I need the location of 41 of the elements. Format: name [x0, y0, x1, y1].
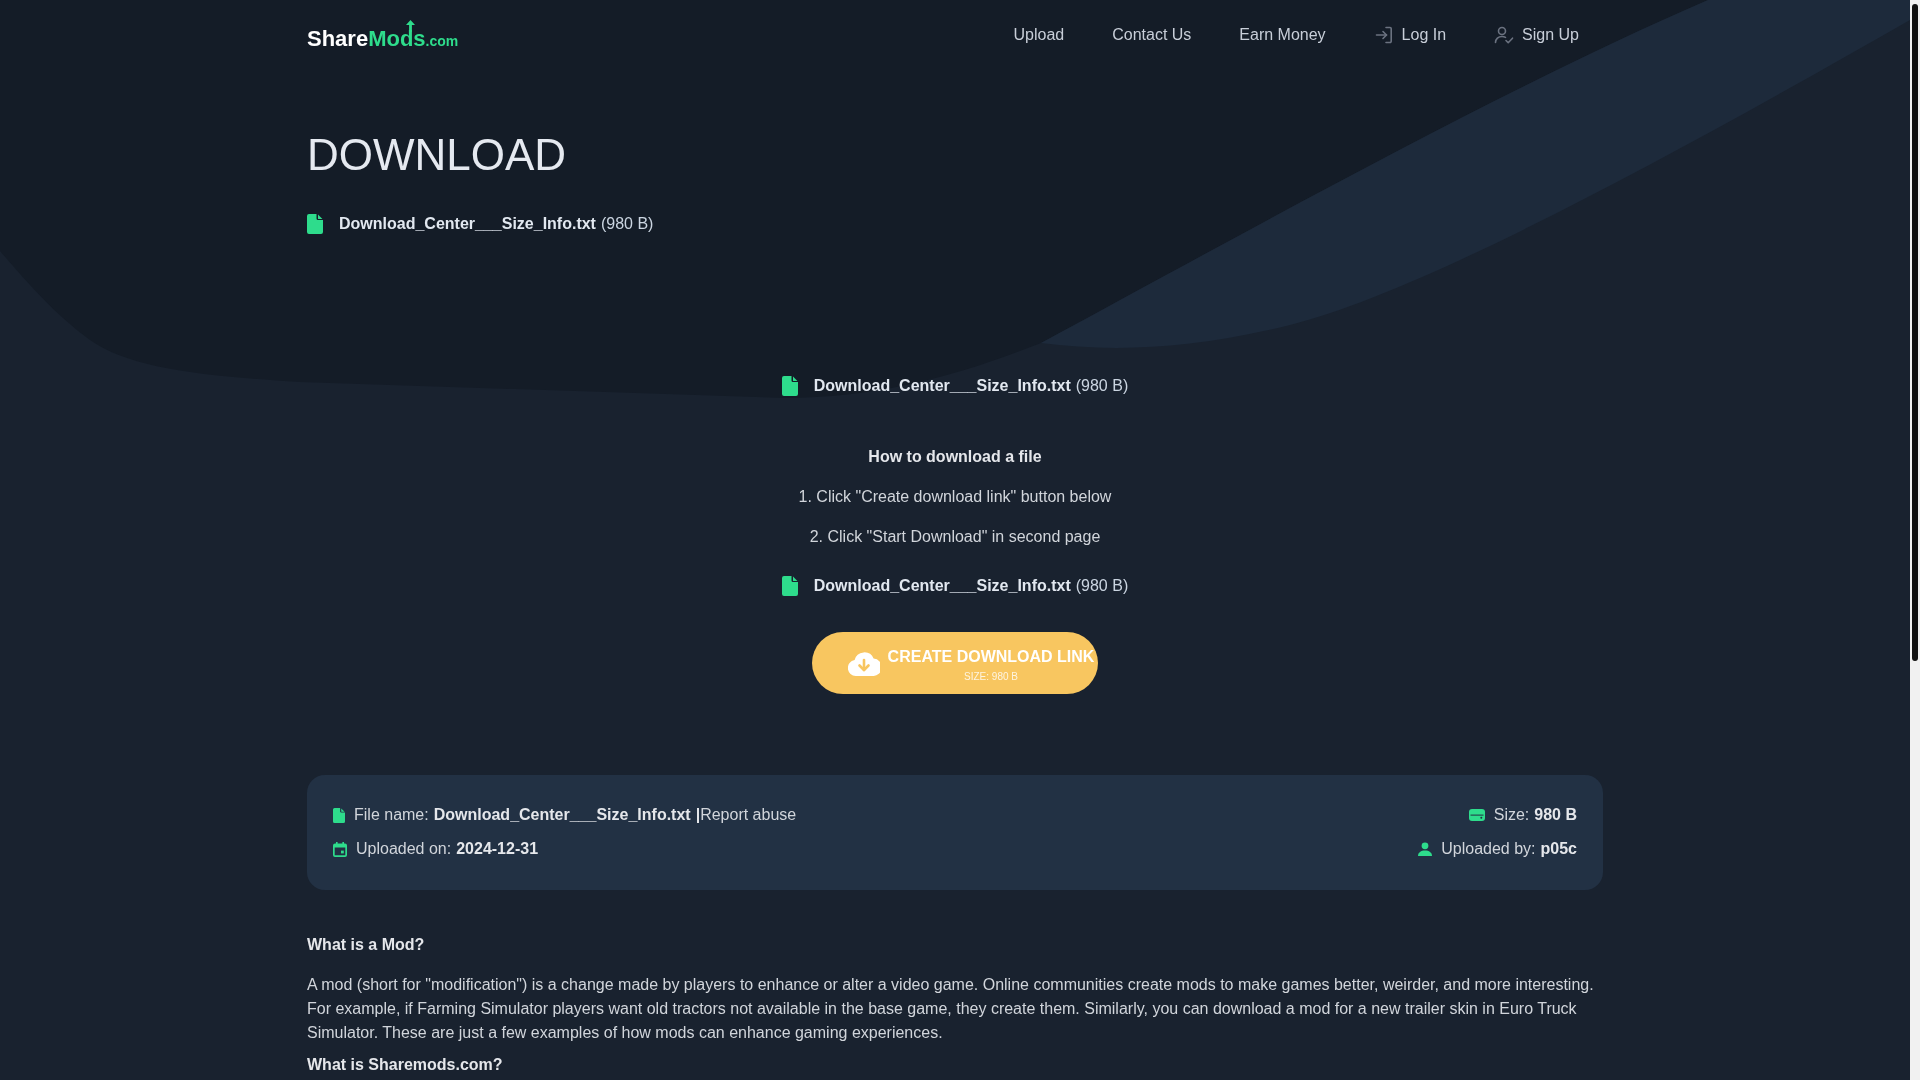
arrow-up-icon: [406, 20, 415, 32]
nav-link[interactable]: Upload: [989, 23, 1089, 47]
file-icon: [781, 376, 798, 396]
scrollbar-thumb[interactable]: [1912, 4, 1918, 661]
nav-link[interactable]: Sign Up: [1470, 23, 1603, 47]
uploaded-on-label: Uploaded on:: [356, 839, 452, 859]
file-size: (980 B): [600, 214, 654, 234]
nav-link[interactable]: Earn Money: [1215, 23, 1350, 47]
report-abuse-link[interactable]: Report abuse: [700, 803, 797, 827]
page-title: DOWNLOAD: [307, 133, 568, 177]
file-name-value: Download_Center___Size_Info.txt: [433, 805, 691, 825]
file-name: Download_Center___Size_Info.txt: [813, 376, 1071, 396]
instructions-heading: How to download a file: [868, 447, 1042, 467]
section-heading: What is Sharemods.com?: [307, 1055, 504, 1075]
section-heading: What is a Mod?: [307, 935, 426, 955]
instruction-step: 2. Click "Start Download" in second page: [809, 525, 1101, 549]
user-icon: [1418, 842, 1433, 856]
file-size: (980 B): [1075, 376, 1129, 396]
file-icon: [307, 214, 323, 234]
file-size: (980 B): [1075, 576, 1129, 596]
uploaded-by-value: p05c: [1540, 839, 1577, 859]
calendar-icon: [333, 841, 347, 857]
size-label: Size:: [1493, 805, 1530, 825]
file-icon: [781, 576, 798, 596]
file-name-label: File name:: [354, 805, 429, 825]
uploaded-on-value: 2024-12-31: [456, 839, 539, 859]
hard-drive-icon: [1468, 809, 1485, 821]
user-check-icon: [1494, 25, 1515, 45]
file-icon: [333, 807, 345, 823]
instruction-step: 1. Click "Create download link" button below: [798, 485, 1112, 509]
size-value: 980 B: [1534, 805, 1577, 825]
pipe-separator: |: [695, 805, 701, 825]
file-name: Download_Center___Size_Info.txt: [813, 576, 1071, 596]
nav-link[interactable]: Log In: [1349, 23, 1471, 47]
section-paragraph: A mod (short for "modification") is a change made by players to enhance or alter a video game. Online communities create mods to make games better, weirder, and more interesting. For example, if Farming Simulator players want old tractors not available in the base game, they create them. Similarly, you can download a mod for a new trailer skin in Euro Truck Simulator. These are just a few examples of how mods can enhance gaming experiences.: [307, 975, 1595, 1043]
nav-link[interactable]: Contact Us: [1088, 23, 1216, 47]
logo-link[interactable]: ShareMods.com: [307, 20, 459, 50]
file-name: Download_Center___Size_Info.txt: [339, 214, 596, 234]
cloud-download-icon: [847, 650, 880, 676]
uploaded-by-label: Uploaded by:: [1441, 839, 1536, 859]
login-icon: [1373, 25, 1394, 45]
